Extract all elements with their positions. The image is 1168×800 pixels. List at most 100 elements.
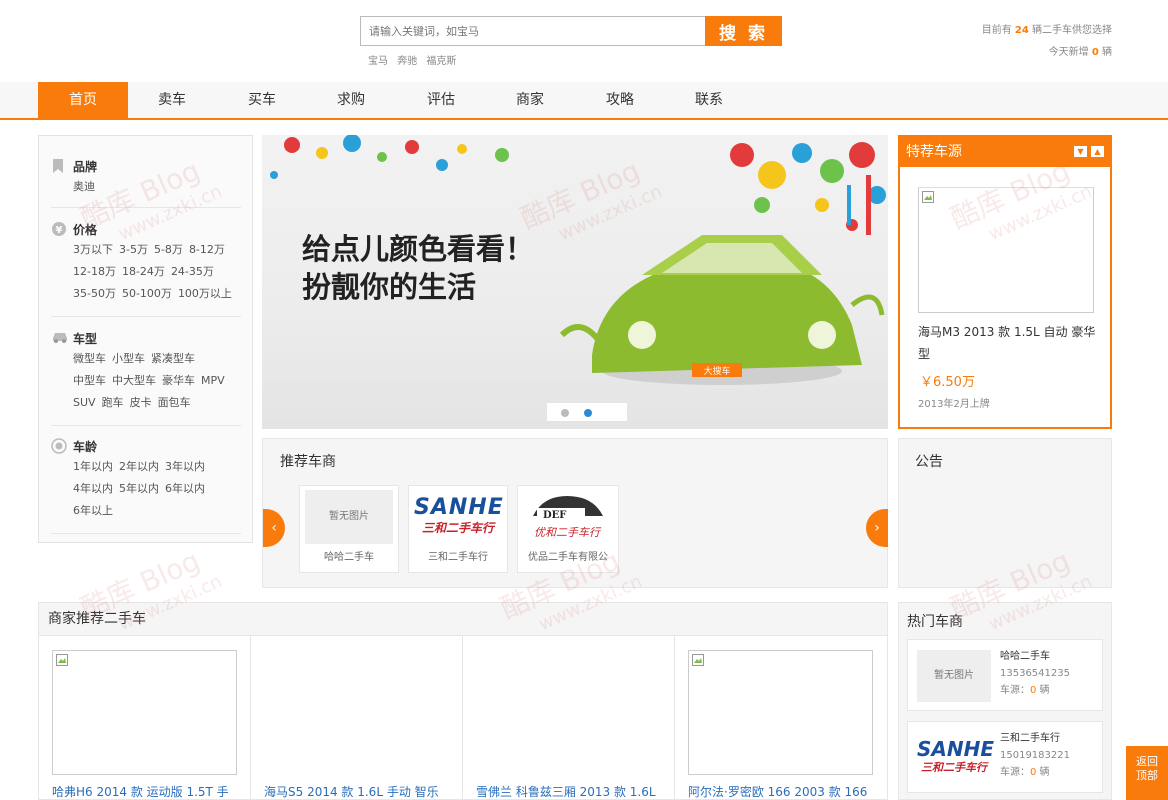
featured-car-image[interactable] bbox=[918, 187, 1094, 313]
car-image[interactable] bbox=[688, 650, 873, 775]
dealer-card[interactable]: DEF 优和二手车行 优品二手车有限公 bbox=[517, 485, 619, 573]
hot-keyword-link[interactable]: 福克斯 bbox=[426, 56, 456, 67]
filter-option[interactable]: SUV bbox=[73, 396, 96, 409]
filter-option[interactable]: 豪华车 bbox=[162, 374, 195, 387]
filter-option[interactable]: 微型车 bbox=[73, 352, 106, 365]
car-count-number: 24 bbox=[1014, 25, 1029, 36]
stat-prefix: 今天新增 bbox=[1048, 47, 1092, 58]
prev-arrow-icon[interactable]: ‹ bbox=[263, 509, 285, 547]
banner-slogan-line1: 给点儿颜色看看！ bbox=[302, 232, 535, 266]
hot-dealer-name[interactable]: 哈哈二手车 bbox=[1000, 648, 1070, 665]
filter-option[interactable]: 6年以内 bbox=[165, 482, 205, 495]
filter-brand: 品牌 奥迪 bbox=[51, 156, 241, 208]
filter-option[interactable]: 12-18万 bbox=[73, 265, 116, 278]
coin-icon: ¥ bbox=[51, 221, 67, 237]
nav-buy[interactable]: 买车 bbox=[217, 82, 307, 118]
nav-want[interactable]: 求购 bbox=[306, 82, 396, 118]
filter-option[interactable]: 中型车 bbox=[73, 374, 106, 387]
chevron-down-icon[interactable]: ▼ bbox=[1074, 146, 1087, 157]
filter-option[interactable]: 1年以内 bbox=[73, 460, 113, 473]
filter-option[interactable]: 3年以内 bbox=[165, 460, 205, 473]
def-logo: DEF 优和二手车行 bbox=[523, 490, 611, 544]
filter-option[interactable]: 奥迪 bbox=[73, 180, 95, 193]
svg-text:DEF: DEF bbox=[543, 510, 566, 521]
filter-type: 车型 微型车 小型车 紧凑型车 中型车 中大型车 豪华车 MPV SUV 跑车 皮卡 面包车 bbox=[51, 328, 241, 426]
stat-suffix: 辆二手车供您选择 bbox=[1028, 25, 1112, 36]
car-count-stat: 目前有 24 辆二手车供您选择 bbox=[982, 21, 1112, 36]
filter-option[interactable]: MPV bbox=[201, 374, 225, 387]
section-title: 热门车商 bbox=[907, 614, 963, 630]
filter-option[interactable]: 中大型车 bbox=[112, 374, 156, 387]
back-to-top-label: 顶部 bbox=[1136, 769, 1158, 782]
filter-option[interactable]: 3-5万 bbox=[119, 243, 148, 256]
hot-dealer-card[interactable]: SANHE 三和二手车行 三和二手车行 15019183221 车源：0 辆 bbox=[907, 721, 1103, 793]
filter-option[interactable]: 18-24万 bbox=[122, 265, 165, 278]
back-to-top-button[interactable]: 返回 顶部 bbox=[1126, 746, 1168, 800]
next-arrow-icon[interactable]: › bbox=[866, 509, 888, 547]
filter-option[interactable]: 小型车 bbox=[112, 352, 145, 365]
section-title: 推荐车商 bbox=[280, 454, 336, 470]
carousel-dot-active[interactable] bbox=[584, 409, 592, 417]
dealer-logo-placeholder: 暂无图片 bbox=[305, 490, 393, 544]
hot-dealer-phone: 13536541235 bbox=[1000, 668, 1070, 679]
car-name-link[interactable]: 海马S5 2014 款 1.6L 手动 智乐 bbox=[264, 783, 464, 800]
car-listing[interactable]: 哈弗H6 2014 款 运动版 1.5T 手 bbox=[39, 636, 251, 800]
filter-option[interactable]: 24-35万 bbox=[171, 265, 214, 278]
filter-option[interactable]: 2年以内 bbox=[119, 460, 159, 473]
filter-title-label: 车龄 bbox=[73, 439, 98, 454]
nav-guides[interactable]: 攻略 bbox=[575, 82, 665, 118]
filter-title-label: 价格 bbox=[73, 222, 98, 237]
car-name-link[interactable]: 雪佛兰 科鲁兹三厢 2013 款 1.6L bbox=[476, 783, 676, 800]
hot-keyword-link[interactable]: 奔驰 bbox=[397, 56, 417, 67]
filter-options: 奥迪 bbox=[51, 176, 241, 198]
nav-home[interactable]: 首页 bbox=[38, 82, 128, 118]
nav-contact[interactable]: 联系 bbox=[664, 82, 754, 118]
top-bar: 搜 索 宝马 奔驰 福克斯 目前有 24 辆二手车供您选择 今天新增 0 辆 bbox=[0, 0, 1168, 82]
car-listing[interactable]: 海马S5 2014 款 1.6L 手动 智乐 bbox=[251, 636, 463, 800]
filter-option[interactable]: 35-50万 bbox=[73, 287, 116, 300]
nav-evaluate[interactable]: 评估 bbox=[396, 82, 486, 118]
nav-sell[interactable]: 卖车 bbox=[127, 82, 217, 118]
sanhe-logo: SANHE 三和二手车行 bbox=[917, 732, 994, 784]
hot-dealer-stock: 车源：0 辆 bbox=[1000, 685, 1050, 696]
hot-dealer-stock: 车源：0 辆 bbox=[1000, 767, 1050, 778]
filter-option[interactable]: 5-8万 bbox=[154, 243, 183, 256]
car-listing[interactable]: 阿尔法·罗密欧 166 2003 款 166 bbox=[675, 636, 887, 800]
car-name-link[interactable]: 阿尔法·罗密欧 166 2003 款 166 bbox=[688, 783, 888, 800]
filter-option[interactable]: 跑车 bbox=[102, 396, 124, 409]
section-title: 商家推荐二手车 bbox=[39, 603, 887, 636]
filter-option[interactable]: 紧凑型车 bbox=[151, 352, 195, 365]
car-image[interactable] bbox=[52, 650, 237, 775]
filter-option[interactable]: 50-100万 bbox=[122, 287, 172, 300]
search-input[interactable] bbox=[360, 16, 706, 46]
filter-option[interactable]: 皮卡 bbox=[130, 396, 152, 409]
hot-keyword-link[interactable]: 宝马 bbox=[368, 56, 388, 67]
filter-title-label: 品牌 bbox=[73, 159, 98, 174]
carousel-dot[interactable] bbox=[561, 409, 569, 417]
filter-option[interactable]: 4年以内 bbox=[73, 482, 113, 495]
filter-option[interactable]: 6年以上 bbox=[73, 504, 113, 517]
bookmark-icon bbox=[51, 158, 67, 174]
filter-option[interactable]: 8-12万 bbox=[189, 243, 225, 256]
filter-option[interactable]: 面包车 bbox=[158, 396, 191, 409]
car-name-link[interactable]: 哈弗H6 2014 款 运动版 1.5T 手 bbox=[52, 783, 252, 800]
hot-dealer-card[interactable]: 暂无图片 哈哈二手车 13536541235 车源：0 辆 bbox=[907, 639, 1103, 711]
hot-dealer-info: 三和二手车行 15019183221 车源：0 辆 bbox=[1000, 730, 1070, 781]
chevron-up-icon[interactable]: ▲ bbox=[1091, 146, 1104, 157]
search-button[interactable]: 搜 索 bbox=[705, 16, 782, 46]
nav-dealers[interactable]: 商家 bbox=[485, 82, 575, 118]
hot-dealer-name[interactable]: 三和二手车行 bbox=[1000, 730, 1070, 747]
car-icon bbox=[51, 330, 67, 346]
dealer-card[interactable]: 暂无图片 哈哈二手车 bbox=[299, 485, 399, 573]
featured-car-name[interactable]: 海马M3 2013 款 1.5L 自动 豪华型 bbox=[918, 321, 1098, 365]
dealer-card[interactable]: SANHE 三和二手车行 三和二手车行 bbox=[408, 485, 508, 573]
search-bar: 搜 索 bbox=[360, 16, 782, 46]
filter-title: ¥ 价格 bbox=[51, 219, 241, 239]
car-listing[interactable]: 雪佛兰 科鲁兹三厢 2013 款 1.6L bbox=[463, 636, 675, 800]
filter-option[interactable]: 5年以内 bbox=[119, 482, 159, 495]
svg-text:¥: ¥ bbox=[56, 225, 63, 236]
filter-option[interactable]: 100万以上 bbox=[178, 287, 232, 300]
carousel-indicators bbox=[547, 403, 627, 421]
filter-option[interactable]: 3万以下 bbox=[73, 243, 113, 256]
hero-banner[interactable]: 大搜车 给点儿颜色看看！ 扮靓你的生活 bbox=[262, 135, 888, 429]
